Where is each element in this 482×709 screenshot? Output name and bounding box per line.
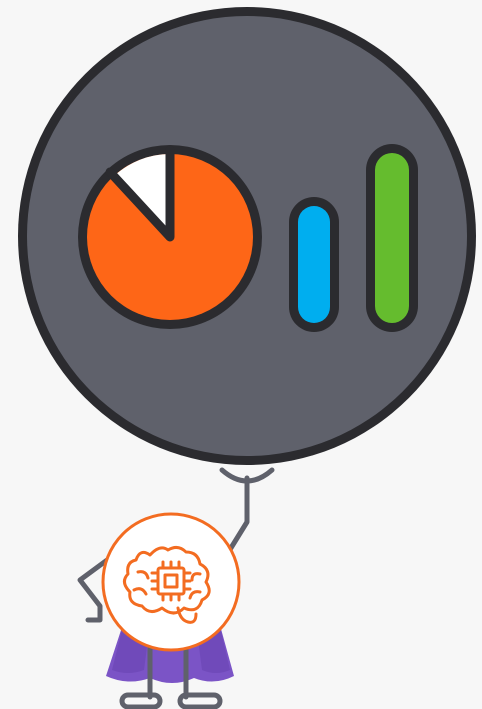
pie-chart-icon bbox=[78, 145, 262, 329]
bar-green bbox=[375, 153, 409, 323]
mascot-raised-arm bbox=[219, 467, 275, 559]
illustration-canvas bbox=[0, 0, 482, 709]
balloon-mascot-illustration bbox=[18, 7, 476, 709]
bar-blue bbox=[298, 206, 330, 323]
